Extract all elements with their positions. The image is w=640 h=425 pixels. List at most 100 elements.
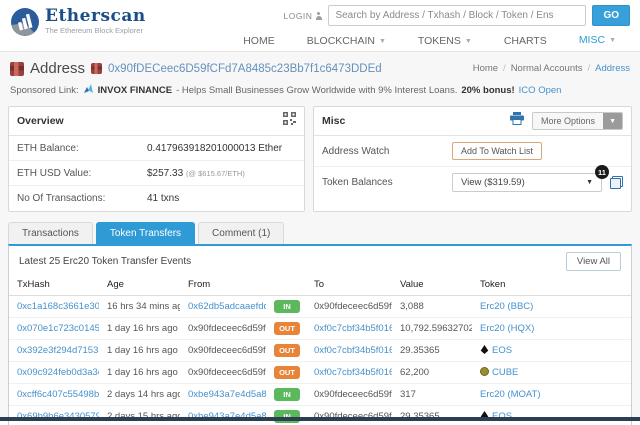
from-address: 0x90fdeceec6d59fcf...: [188, 323, 266, 334]
to-cell: 0xf0c7cbf34b5f0163...: [306, 340, 392, 362]
cube-icon: [480, 367, 489, 376]
txhash-link[interactable]: 0x070e1c723c0145...: [17, 323, 99, 334]
address-identicon-small: [91, 63, 102, 74]
to-cell: 0x90fdeceec6d59fcf...: [306, 406, 392, 425]
nav-item-tokens[interactable]: TOKENS ▼: [404, 31, 486, 53]
address-watch-label: Address Watch: [322, 146, 452, 157]
to-address: 0x90fdeceec6d59fcf...: [314, 389, 392, 400]
etherscan-logo[interactable]: Etherscan The Ethereum Block Explorer: [10, 5, 146, 51]
from-cell: 0xbe943a7e4d5a81...: [180, 384, 266, 406]
token-balances-value: View ($319.59): [461, 177, 525, 188]
age-cell: 1 day 16 hrs ago: [99, 362, 180, 384]
token-link[interactable]: CUBE: [492, 367, 518, 378]
add-to-watch-list-button[interactable]: Add To Watch List: [452, 142, 542, 160]
txhash-cell: 0x69b9b6e3430579...: [9, 406, 99, 425]
col-value: Value: [392, 275, 472, 296]
nav-item-blockchain[interactable]: BLOCKCHAIN ▼: [293, 31, 400, 53]
to-address-link[interactable]: 0xf0c7cbf34b5f0163...: [314, 345, 392, 356]
more-options-button[interactable]: More Options ▼: [532, 112, 623, 130]
address-hash[interactable]: 0x90fDECeec6D59fCFd7A8485c23Bb7f1c6473DD…: [108, 63, 382, 75]
tab-bar: Transactions Token Transfers Comment (1): [8, 222, 632, 244]
login-link[interactable]: LOGIN: [283, 11, 322, 21]
breadcrumb-home[interactable]: Home: [473, 63, 498, 74]
main-nav: HOME BLOCKCHAIN ▼ TOKENS ▼ CHARTS MISC ▼: [229, 30, 630, 54]
chevron-down-icon: ▼: [379, 38, 386, 45]
nav-item-home[interactable]: HOME: [229, 31, 289, 53]
tab-comment[interactable]: Comment (1): [198, 222, 284, 244]
token-link[interactable]: Erc20 (HQX): [480, 323, 534, 334]
direction-cell: IN: [266, 296, 306, 318]
token-link[interactable]: Erc20 (MOAT): [480, 389, 541, 400]
nav-item-misc[interactable]: MISC ▼: [565, 30, 630, 54]
search-input[interactable]: [328, 5, 586, 26]
chevron-down-icon: ▼: [609, 37, 616, 44]
address-identicon: [10, 62, 24, 76]
invox-logo-icon: [83, 83, 94, 97]
table-row: 0xc1a168c3661e30f...16 hrs 34 mins ago0x…: [9, 296, 631, 318]
txhash-link[interactable]: 0x392e3f294d71535...: [17, 345, 99, 356]
direction-cell: OUT: [266, 318, 306, 340]
sponsored-advertiser[interactable]: INVOX FINANCE: [98, 85, 172, 96]
value-cell: 10,792.5963270268: [392, 318, 472, 340]
col-age: Age: [99, 275, 180, 296]
from-cell: 0x62db5adcaaefdd9...: [180, 296, 266, 318]
eth-balance-label: ETH Balance:: [17, 143, 147, 154]
to-address-link[interactable]: 0xf0c7cbf34b5f0163...: [314, 367, 392, 378]
token-balances-row: Token Balances View ($319.59) ▼ 11: [314, 167, 631, 198]
eth-usd-row: ETH USD Value: $257.33 (@ $615.67/ETH): [9, 161, 304, 186]
table-row: 0x69b9b6e3430579...2 days 15 hrs ago0xbe…: [9, 406, 631, 425]
overview-title: Overview: [17, 115, 64, 127]
txhash-link[interactable]: 0x09c924feb0d3a3d...: [17, 367, 99, 378]
col-dir: [266, 275, 306, 296]
txhash-link[interactable]: 0xc1a168c3661e30f...: [17, 301, 99, 312]
printer-icon[interactable]: [510, 112, 524, 130]
address-watch-row: Address Watch Add To Watch List: [314, 136, 631, 167]
to-cell: 0xf0c7cbf34b5f0163...: [306, 318, 392, 340]
token-cell: CUBE: [472, 362, 631, 384]
expand-icon[interactable]: [610, 176, 623, 189]
transfers-heading: Latest 25 Erc20 Token Transfer Events: [19, 256, 191, 267]
in-badge: IN: [274, 300, 300, 313]
table-row: 0x070e1c723c0145...1 day 16 hrs ago0x90f…: [9, 318, 631, 340]
direction-cell: IN: [266, 406, 306, 425]
transfers-table: TxHash Age From To Value Token 0xc1a168c…: [9, 275, 631, 425]
breadcrumb-normal-accounts[interactable]: Normal Accounts: [511, 63, 583, 74]
overview-panel: Overview ETH Balance: 0.4179639182010000…: [8, 106, 305, 212]
nav-item-charts[interactable]: CHARTS: [490, 31, 561, 53]
table-row: 0x09c924feb0d3a3d...1 day 16 hrs ago0x90…: [9, 362, 631, 384]
value-cell: 317: [392, 384, 472, 406]
to-address-link[interactable]: 0xf0c7cbf34b5f0163...: [314, 323, 392, 334]
view-all-button[interactable]: View All: [566, 252, 621, 271]
value-cell: 29.35365: [392, 340, 472, 362]
table-row: 0x392e3f294d71535...1 day 16 hrs ago0x90…: [9, 340, 631, 362]
token-transfers-card: Latest 25 Erc20 Token Transfer Events Vi…: [8, 244, 632, 425]
page-body: Address 0x90fDECeec6D59fCFd7A8485c23Bb7f…: [0, 52, 640, 421]
txhash-cell: 0x09c924feb0d3a3d...: [9, 362, 99, 384]
col-from: From: [180, 275, 266, 296]
token-link[interactable]: EOS: [492, 345, 512, 356]
token-balances-label: Token Balances: [322, 177, 452, 188]
from-cell: 0x90fdeceec6d59fcf...: [180, 340, 266, 362]
sponsored-ico-open-link[interactable]: ICO Open: [519, 85, 562, 96]
search-go-button[interactable]: GO: [592, 5, 630, 26]
qr-code-icon[interactable]: [283, 112, 296, 130]
value-cell: 3,088: [392, 296, 472, 318]
eth-usd-label: ETH USD Value:: [17, 168, 147, 179]
age-cell: 2 days 15 hrs ago: [99, 406, 180, 425]
tab-token-transfers[interactable]: Token Transfers: [96, 222, 195, 244]
logo-name: Etherscan: [45, 7, 146, 25]
value-cell: 62,200: [392, 362, 472, 384]
from-address-link[interactable]: 0x62db5adcaaefdd9...: [188, 301, 266, 312]
txhash-link[interactable]: 0xcff6c407c55498b...: [17, 389, 99, 400]
eth-balance-row: ETH Balance: 0.417963918201000013 Ether: [9, 136, 304, 161]
sponsored-banner: Sponsored Link: INVOX FINANCE - Helps Sm…: [0, 80, 640, 104]
token-balances-dropdown[interactable]: View ($319.59) ▼: [452, 173, 602, 192]
value-cell: 29.35365: [392, 406, 472, 425]
person-icon: [315, 12, 322, 20]
txhash-cell: 0xc1a168c3661e30f...: [9, 296, 99, 318]
table-row: 0xcff6c407c55498b...2 days 14 hrs ago0xb…: [9, 384, 631, 406]
tab-transactions[interactable]: Transactions: [8, 222, 93, 244]
token-link[interactable]: Erc20 (BBC): [480, 301, 533, 312]
from-cell: 0x90fdeceec6d59fcf...: [180, 362, 266, 384]
from-address-link[interactable]: 0xbe943a7e4d5a81...: [188, 389, 266, 400]
